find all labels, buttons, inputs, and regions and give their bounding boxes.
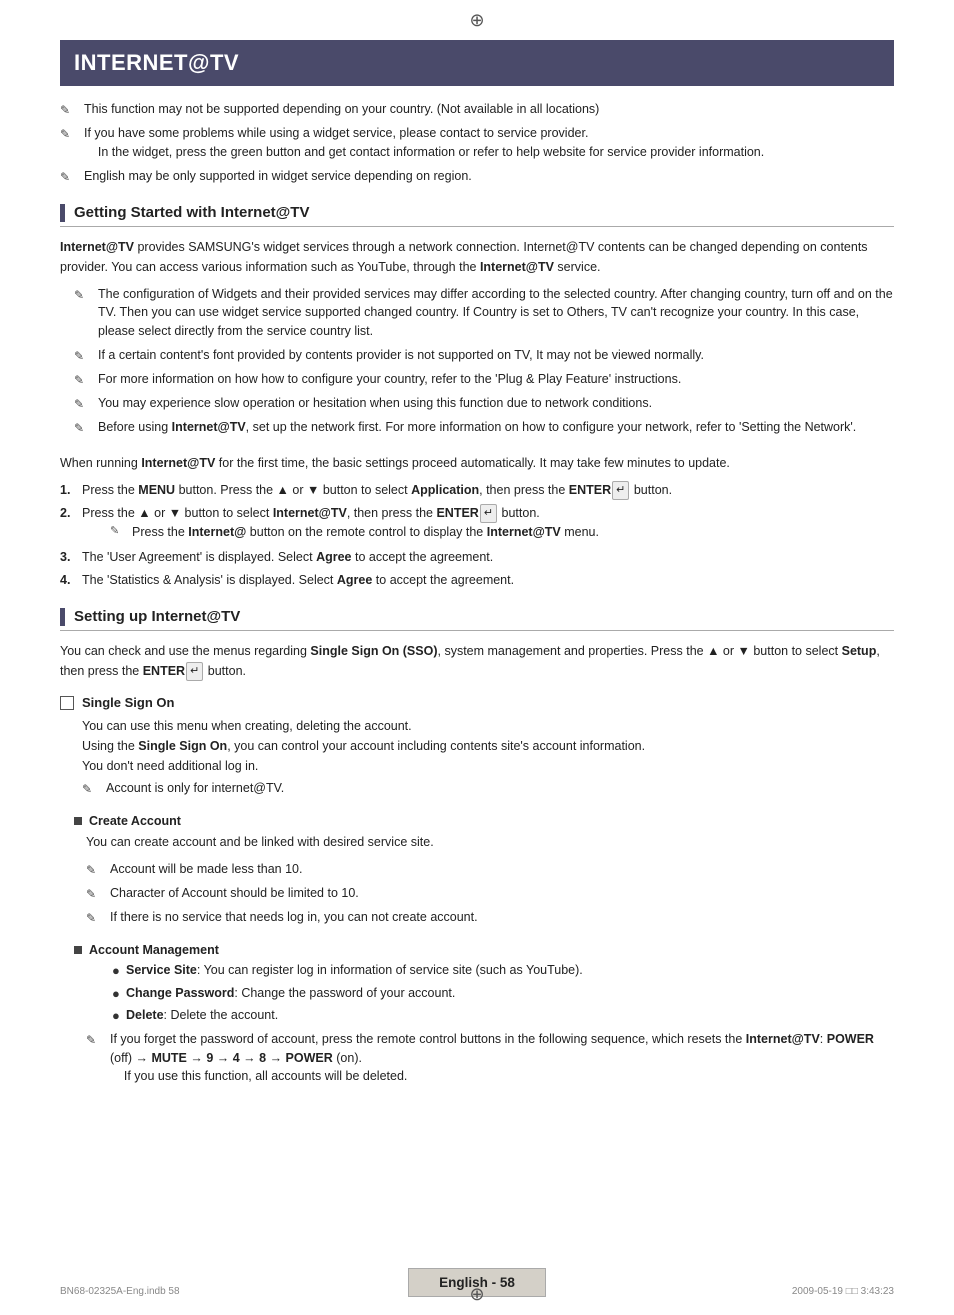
step-1: 1. Press the MENU button. Press the ▲ or… [60, 481, 894, 500]
s1-note-icon-1: ✎ [74, 286, 92, 304]
section2-heading: Setting up Internet@TV [60, 608, 894, 631]
footer-right: 2009-05-19 □□ 3:43:23 [792, 1286, 894, 1297]
filled-sq-icon-2 [74, 946, 82, 954]
ca-note-icon-2: ✎ [86, 885, 104, 903]
section1-steps: 1. Press the MENU button. Press the ▲ or… [60, 481, 894, 590]
step-2: 2. Press the ▲ or ▼ button to select Int… [60, 504, 894, 545]
step-2-sub: ✎ Press the Internet@ button on the remo… [110, 523, 599, 542]
s1-note-5: ✎ Before using Internet@TV, set up the n… [74, 418, 894, 437]
section1-para1: Internet@TV provides SAMSUNG's widget se… [60, 237, 894, 277]
ca-note-icon-1: ✎ [86, 861, 104, 879]
intro-notes: ✎ This function may not be supported dep… [60, 100, 894, 186]
single-sign-on-heading: Single Sign On [60, 695, 894, 710]
s1-note-1: ✎ The configuration of Widgets and their… [74, 285, 894, 341]
am-bullet-2: ● Change Password: Change the password o… [112, 984, 894, 1004]
s1-note-icon-5: ✎ [74, 419, 92, 437]
step-3: 3. The 'User Agreement' is displayed. Se… [60, 548, 894, 567]
single-sign-on-body: You can use this menu when creating, del… [82, 716, 894, 798]
create-account-heading: Create Account [74, 814, 894, 828]
page: ⊕ INTERNET@TV ✎ This function may not be… [0, 0, 954, 1315]
bullet-icon-2: ● [112, 984, 126, 1004]
sso-note-icon: ✎ [82, 780, 100, 798]
s1-note-icon-3: ✎ [74, 371, 92, 389]
crosshair-bottom-icon: ⊕ [469, 1284, 484, 1305]
account-management-body: ● Service Site: You can register log in … [86, 961, 894, 1086]
note-pencil-icon-2: ✎ [60, 125, 78, 143]
section1-bar [60, 204, 65, 222]
checkbox-icon [60, 696, 74, 710]
ca-note-3: ✎ If there is no service that needs log … [86, 908, 894, 927]
section2-bar [60, 608, 65, 626]
s1-note-icon-2: ✎ [74, 347, 92, 365]
create-account-body: You can create account and be linked wit… [86, 832, 894, 927]
ca-note-icon-3: ✎ [86, 909, 104, 927]
intro-note-3: ✎ English may be only supported in widge… [60, 167, 894, 186]
sso-note: ✎ Account is only for internet@TV. [82, 779, 894, 798]
step-4: 4. The 'Statistics & Analysis' is displa… [60, 571, 894, 590]
ca-note-1: ✎ Account will be made less than 10. [86, 860, 894, 879]
section1-heading: Getting Started with Internet@TV [60, 204, 894, 227]
s1-note-3: ✎ For more information on how how to con… [74, 370, 894, 389]
section2-para1: You can check and use the menus regardin… [60, 641, 894, 682]
main-title: INTERNET@TV [60, 40, 894, 86]
section1-notes: ✎ The configuration of Widgets and their… [74, 285, 894, 437]
crosshair-top-icon: ⊕ [469, 10, 484, 31]
filled-sq-icon-1 [74, 817, 82, 825]
am-note-1: ✎ If you forget the password of account,… [86, 1030, 894, 1086]
intro-note-2: ✎ If you have some problems while using … [60, 124, 894, 162]
s1-note-4: ✎ You may experience slow operation or h… [74, 394, 894, 413]
bullet-icon-1: ● [112, 961, 126, 981]
account-management-heading: Account Management [74, 943, 894, 957]
section1-para2: When running Internet@TV for the first t… [60, 453, 894, 473]
s1-note-icon-4: ✎ [74, 395, 92, 413]
note-pencil-icon-3: ✎ [60, 168, 78, 186]
sub-arrow-icon: ✎ [110, 523, 128, 540]
am-note-icon-1: ✎ [86, 1031, 104, 1049]
intro-note-1: ✎ This function may not be supported dep… [60, 100, 894, 119]
bullet-icon-3: ● [112, 1006, 126, 1026]
ca-note-2: ✎ Character of Account should be limited… [86, 884, 894, 903]
s1-note-2: ✎ If a certain content's font provided b… [74, 346, 894, 365]
am-bullet-3: ● Delete: Delete the account. [112, 1006, 894, 1026]
footer-left: BN68-02325A-Eng.indb 58 [60, 1286, 180, 1297]
note-pencil-icon-1: ✎ [60, 101, 78, 119]
am-bullet-1: ● Service Site: You can register log in … [112, 961, 894, 981]
